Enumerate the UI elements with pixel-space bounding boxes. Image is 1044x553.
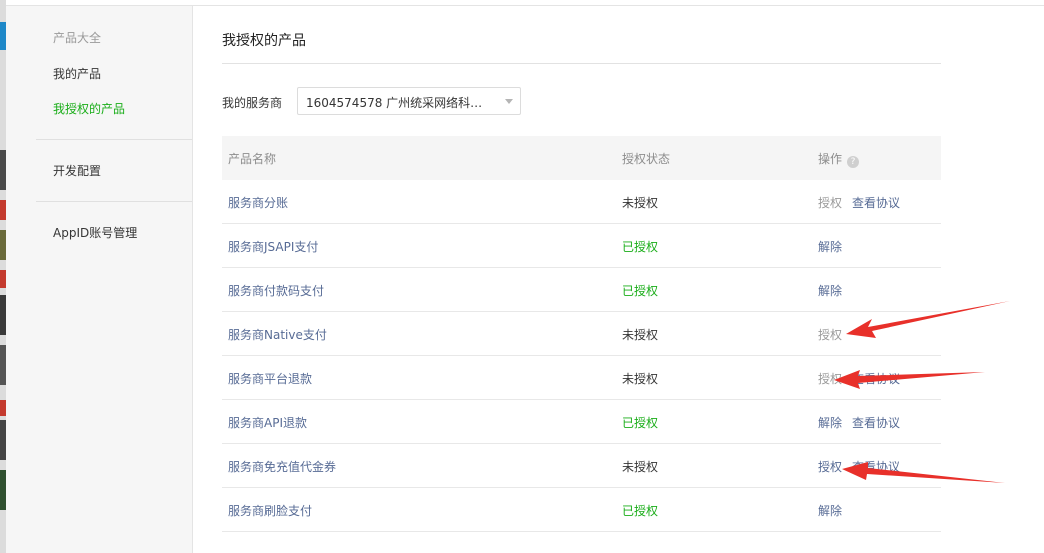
view-agreement-link[interactable]: 查看协议 xyxy=(852,460,900,474)
header-product-name: 产品名称 xyxy=(228,152,277,166)
product-name-link[interactable]: 服务商平台退款 xyxy=(228,370,312,387)
page-title: 我授权的产品 xyxy=(222,33,306,49)
table-header: 产品名称 授权状态 操作? xyxy=(222,136,941,180)
view-agreement-link[interactable]: 查看协议 xyxy=(852,416,900,430)
product-name-link[interactable]: 服务商API退款 xyxy=(228,414,307,431)
row-operations: 授权 xyxy=(818,326,852,343)
table-row: 服务商付款码支付 已授权 解除 xyxy=(222,268,941,312)
row-operations: 解除 xyxy=(818,238,852,255)
revoke-button[interactable]: 解除 xyxy=(818,284,842,298)
product-name-link[interactable]: 服务商免充值代金券 xyxy=(228,458,336,475)
provider-label: 我的服务商 xyxy=(222,96,283,110)
auth-status: 未授权 xyxy=(622,372,659,386)
row-operations: 解除 xyxy=(818,502,852,519)
products-table: 产品名称 授权状态 操作? 服务商分账 未授权 授权 查看协议 服务商JSAPI支付 已授… xyxy=(222,136,941,532)
auth-status: 已授权 xyxy=(622,240,659,254)
table-row: 服务商刷脸支付 已授权 解除 xyxy=(222,488,941,532)
auth-status: 已授权 xyxy=(622,416,659,430)
table-body: 服务商分账 未授权 授权 查看协议 服务商JSAPI支付 已授权 解除 服务商付款码支付 已授权… xyxy=(222,180,941,532)
row-operations: 解除 查看协议 xyxy=(818,414,910,431)
auth-status: 未授权 xyxy=(622,460,659,474)
revoke-button[interactable]: 解除 xyxy=(818,416,842,430)
product-name-link[interactable]: 服务商刷脸支付 xyxy=(228,502,312,519)
sidebar: 产品大全 我的产品 我授权的产品 开发配置 AppID账号管理 xyxy=(6,6,193,553)
provider-select-value: 1604574578 广州统采网络科技有限公司 xyxy=(306,96,494,110)
header-operations: 操作? xyxy=(818,150,860,168)
table-row: 服务商免充值代金券 未授权 授权 查看协议 xyxy=(222,444,941,488)
title-divider xyxy=(222,63,941,64)
product-name-link[interactable]: 服务商JSAPI支付 xyxy=(228,238,318,255)
header-operations-label: 操作 xyxy=(818,152,843,166)
sidebar-group-title: 产品大全 xyxy=(53,31,102,45)
row-operations: 授权 查看协议 xyxy=(818,370,910,387)
product-name-link[interactable]: 服务商Native支付 xyxy=(228,326,327,343)
sidebar-item-authorized-products[interactable]: 我授权的产品 xyxy=(53,100,125,117)
authorize-button[interactable]: 授权 xyxy=(818,460,842,474)
sidebar-item-dev-config[interactable]: 开发配置 xyxy=(53,162,101,179)
table-row: 服务商平台退款 未授权 授权 查看协议 xyxy=(222,356,941,400)
table-row: 服务商分账 未授权 授权 查看协议 xyxy=(222,180,941,224)
product-name-link[interactable]: 服务商分账 xyxy=(228,194,288,211)
revoke-button[interactable]: 解除 xyxy=(818,240,842,254)
header-auth-status: 授权状态 xyxy=(622,152,671,166)
auth-status: 已授权 xyxy=(622,284,659,298)
sidebar-divider xyxy=(36,139,192,140)
table-row: 服务商Native支付 未授权 授权 xyxy=(222,312,941,356)
authorize-button: 授权 xyxy=(818,328,843,342)
chevron-down-icon xyxy=(505,99,513,104)
provider-select[interactable]: 1604574578 广州统采网络科技有限公司 xyxy=(297,87,521,115)
help-icon[interactable]: ? xyxy=(847,156,860,168)
authorize-button: 授权 xyxy=(818,196,843,210)
view-agreement-link[interactable]: 查看协议 xyxy=(852,196,900,210)
auth-status: 未授权 xyxy=(622,328,659,342)
authorize-button: 授权 xyxy=(818,372,843,386)
view-agreement-link[interactable]: 查看协议 xyxy=(852,372,900,386)
table-row: 服务商JSAPI支付 已授权 解除 xyxy=(222,224,941,268)
row-operations: 解除 xyxy=(818,282,852,299)
row-operations: 授权 查看协议 xyxy=(818,194,910,211)
sidebar-item-appid-manage[interactable]: AppID账号管理 xyxy=(53,224,137,241)
sidebar-divider xyxy=(36,201,192,202)
row-operations: 授权 查看协议 xyxy=(818,458,910,475)
revoke-button[interactable]: 解除 xyxy=(818,504,842,518)
sidebar-item-my-products[interactable]: 我的产品 xyxy=(53,65,101,82)
auth-status: 未授权 xyxy=(622,196,659,210)
product-name-link[interactable]: 服务商付款码支付 xyxy=(228,282,324,299)
table-row: 服务商API退款 已授权 解除 查看协议 xyxy=(222,400,941,444)
auth-status: 已授权 xyxy=(622,504,659,518)
